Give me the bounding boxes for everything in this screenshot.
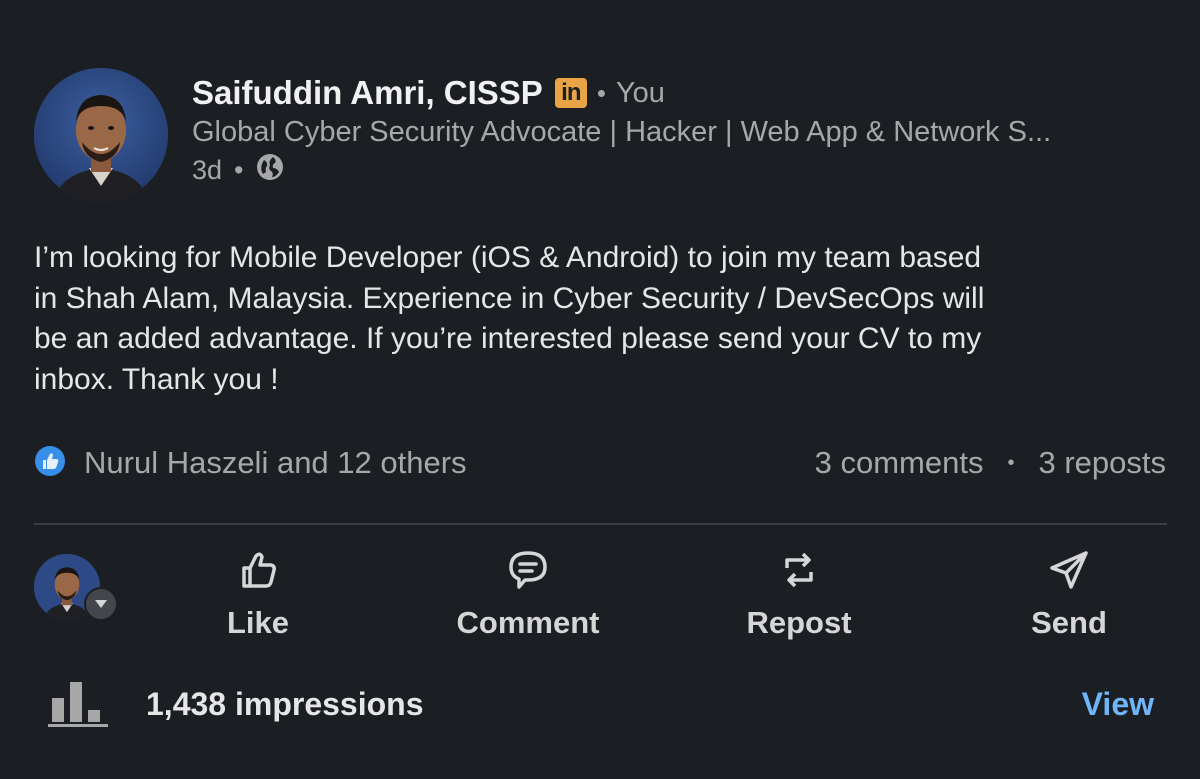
avatar-photo (34, 68, 168, 202)
comment-label: Comment (456, 605, 600, 640)
like-button[interactable]: Like (158, 548, 358, 641)
author-headline: Global Cyber Security Advocate | Hacker … (192, 116, 1052, 148)
like-label: Like (226, 605, 290, 640)
view-analytics-link[interactable]: View (1082, 686, 1154, 723)
reactions-summary[interactable]: Nurul Haszeli and 12 others (34, 444, 467, 482)
author-name-row: Saifuddin Amri, CISSP in • You (192, 72, 665, 114)
analytics-bar-icon (48, 680, 108, 728)
repost-icon (777, 548, 821, 597)
send-button[interactable]: Send (969, 548, 1169, 641)
relation-label: You (615, 76, 665, 109)
comments-count[interactable]: 3 comments (815, 445, 984, 481)
thumbs-up-icon (236, 548, 280, 597)
divider (34, 523, 1167, 525)
separator-dot: • (596, 77, 606, 108)
reactions-text: Nurul Haszeli and 12 others (84, 445, 467, 480)
post-time: 3d (192, 154, 223, 185)
post-stats: 3 comments • 3 reposts (815, 444, 1166, 482)
reposts-count[interactable]: 3 reposts (1038, 445, 1166, 481)
comment-icon (506, 548, 550, 597)
linkedin-premium-badge: in (554, 78, 587, 108)
post-body: I’m looking for Mobile Developer (iOS & … (34, 241, 985, 396)
author-avatar[interactable] (34, 68, 168, 202)
like-reaction-icon (34, 445, 66, 482)
post-meta: 3d • (192, 152, 284, 188)
globe-icon (256, 153, 284, 188)
separator-dot: • (1007, 451, 1015, 474)
impressions-count: 1,438 impressions (146, 686, 424, 722)
send-icon (1047, 548, 1091, 597)
author-name[interactable]: Saifuddin Amri, CISSP (192, 74, 543, 112)
repost-label: Repost (746, 605, 852, 640)
separator-dot: • (234, 154, 244, 185)
send-label: Send (1031, 605, 1107, 640)
chevron-down-icon[interactable] (84, 587, 118, 621)
repost-button[interactable]: Repost (699, 548, 899, 641)
comment-button[interactable]: Comment (428, 548, 628, 641)
